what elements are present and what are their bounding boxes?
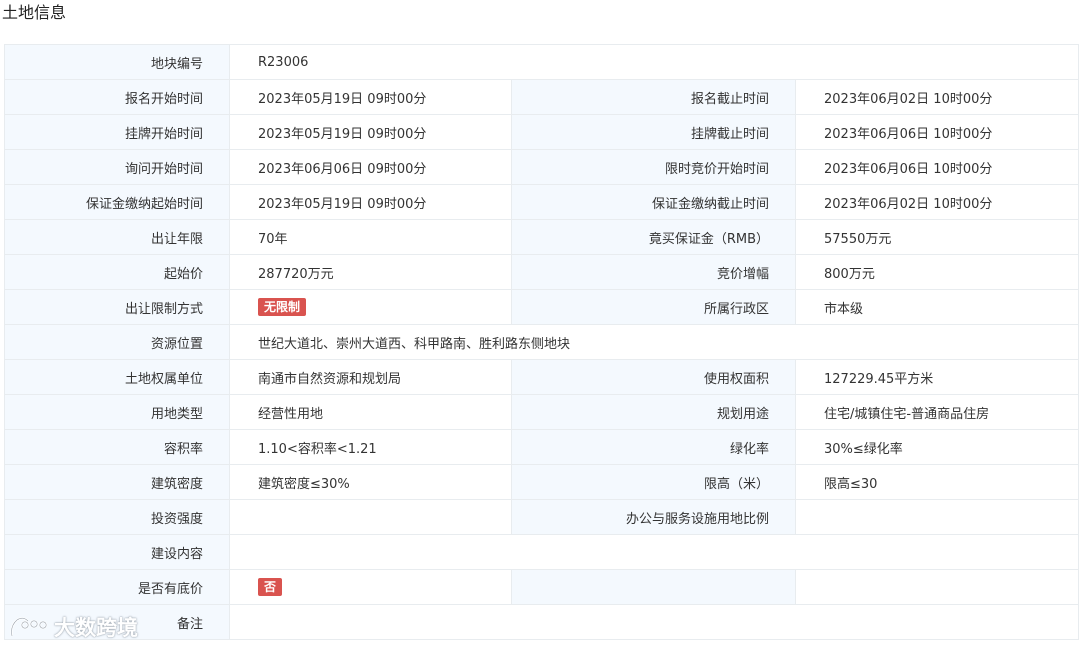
land-info-table: 地块编号 R23006 报名开始时间 2023年05月19日 09时00分 报名… xyxy=(4,44,1080,640)
bid-deposit-label: 竟买保证金（RMB） xyxy=(511,219,796,255)
investment-intensity-label: 投资强度 xyxy=(4,499,230,535)
table-row: 出让年限 70年 竟买保证金（RMB） 57550万元 xyxy=(4,219,1080,255)
parcel-number-label: 地块编号 xyxy=(4,44,230,80)
construction-content-label: 建设内容 xyxy=(4,534,230,570)
building-density-label: 建筑密度 xyxy=(4,464,230,500)
table-row: 备注 xyxy=(4,604,1080,640)
inquiry-start-value: 2023年06月06日 09时00分 xyxy=(229,149,512,185)
dashujujing-logo-icon xyxy=(10,617,48,637)
table-row: 报名开始时间 2023年05月19日 09时00分 报名截止时间 2023年06… xyxy=(4,79,1080,115)
restriction-method-cell: 无限制 xyxy=(229,289,512,325)
table-row: 容积率 1.10<容积率<1.21 绿化率 30%≤绿化率 xyxy=(4,429,1080,465)
page-title: 土地信息 xyxy=(2,3,67,22)
table-row: 挂牌开始时间 2023年05月19日 09时00分 挂牌截止时间 2023年06… xyxy=(4,114,1080,150)
empty-cell xyxy=(511,569,796,605)
timed-bidding-start-value: 2023年06月06日 10时00分 xyxy=(794,149,1080,185)
timed-bidding-start-label: 限时竞价开始时间 xyxy=(511,149,796,185)
green-ratio-value: 30%≤绿化率 xyxy=(794,429,1080,465)
bid-increment-value: 800万元 xyxy=(794,254,1080,290)
planned-use-value: 住宅/城镇住宅-普通商品住房 xyxy=(794,394,1080,430)
table-row: 保证金缴纳起始时间 2023年05月19日 09时00分 保证金缴纳截止时间 2… xyxy=(4,184,1080,220)
bid-increment-label: 竞价增幅 xyxy=(511,254,796,290)
reserve-price-badge: 否 xyxy=(258,578,283,596)
admin-district-label: 所属行政区 xyxy=(511,289,796,325)
construction-content-value xyxy=(228,534,1080,570)
plot-ratio-label: 容积率 xyxy=(4,429,230,465)
registration-end-label: 报名截止时间 xyxy=(511,79,796,115)
table-row: 地块编号 R23006 xyxy=(4,44,1080,80)
table-row: 起始价 287720万元 竞价增幅 800万元 xyxy=(4,254,1080,290)
registration-start-label: 报名开始时间 xyxy=(4,79,230,115)
land-owner-label: 土地权属单位 xyxy=(4,359,230,395)
restriction-method-badge: 无限制 xyxy=(258,298,307,316)
height-limit-value: 限高≤30 xyxy=(794,464,1080,500)
registration-start-value: 2023年05月19日 09时00分 xyxy=(229,79,512,115)
starting-price-label: 起始价 xyxy=(4,254,230,290)
table-row: 投资强度 办公与服务设施用地比例 xyxy=(4,499,1080,535)
deposit-end-value: 2023年06月02日 10时00分 xyxy=(794,184,1080,220)
watermark: 大数跨境 xyxy=(8,612,138,642)
land-type-label: 用地类型 xyxy=(4,394,230,430)
resource-location-value: 世纪大道北、崇州大道西、科甲路南、胜利路东侧地块 xyxy=(228,324,1080,360)
green-ratio-label: 绿化率 xyxy=(511,429,796,465)
office-service-ratio-value xyxy=(794,499,1080,535)
deposit-end-label: 保证金缴纳截止时间 xyxy=(511,184,796,220)
table-row: 出让限制方式 无限制 所属行政区 市本级 xyxy=(4,289,1080,325)
resource-location-label: 资源位置 xyxy=(4,324,230,360)
table-row: 资源位置 世纪大道北、崇州大道西、科甲路南、胜利路东侧地块 xyxy=(4,324,1080,360)
restriction-method-label: 出让限制方式 xyxy=(4,289,230,325)
transfer-term-value: 70年 xyxy=(229,219,512,255)
plot-ratio-value: 1.10<容积率<1.21 xyxy=(229,429,512,465)
bid-deposit-value: 57550万元 xyxy=(794,219,1080,255)
building-density-value: 建筑密度≤30% xyxy=(229,464,512,500)
deposit-start-label: 保证金缴纳起始时间 xyxy=(4,184,230,220)
listing-end-value: 2023年06月06日 10时00分 xyxy=(794,114,1080,150)
land-owner-value: 南通市自然资源和规划局 xyxy=(229,359,512,395)
planned-use-label: 规划用途 xyxy=(511,394,796,430)
height-limit-label: 限高（米） xyxy=(511,464,796,500)
remarks-value xyxy=(228,604,1080,640)
usage-area-label: 使用权面积 xyxy=(511,359,796,395)
table-row: 建设内容 xyxy=(4,534,1080,570)
table-row: 建筑密度 建筑密度≤30% 限高（米） 限高≤30 xyxy=(4,464,1080,500)
table-row: 询问开始时间 2023年06月06日 09时00分 限时竞价开始时间 2023年… xyxy=(4,149,1080,185)
listing-start-label: 挂牌开始时间 xyxy=(4,114,230,150)
usage-area-value: 127229.45平方米 xyxy=(794,359,1080,395)
empty-cell xyxy=(794,569,1080,605)
parcel-number-value: R23006 xyxy=(228,44,1080,80)
table-row: 土地权属单位 南通市自然资源和规划局 使用权面积 127229.45平方米 xyxy=(4,359,1080,395)
reserve-price-label: 是否有底价 xyxy=(4,569,230,605)
inquiry-start-label: 询问开始时间 xyxy=(4,149,230,185)
reserve-price-cell: 否 xyxy=(229,569,512,605)
registration-end-value: 2023年06月02日 10时00分 xyxy=(794,79,1080,115)
deposit-start-value: 2023年05月19日 09时00分 xyxy=(229,184,512,220)
watermark-text: 大数跨境 xyxy=(54,616,138,640)
land-type-value: 经营性用地 xyxy=(229,394,512,430)
table-row: 是否有底价 否 xyxy=(4,569,1080,605)
listing-start-value: 2023年05月19日 09时00分 xyxy=(229,114,512,150)
office-service-ratio-label: 办公与服务设施用地比例 xyxy=(511,499,796,535)
transfer-term-label: 出让年限 xyxy=(4,219,230,255)
listing-end-label: 挂牌截止时间 xyxy=(511,114,796,150)
starting-price-value: 287720万元 xyxy=(229,254,512,290)
admin-district-value: 市本级 xyxy=(794,289,1080,325)
table-row: 用地类型 经营性用地 规划用途 住宅/城镇住宅-普通商品住房 xyxy=(4,394,1080,430)
investment-intensity-value xyxy=(229,499,512,535)
